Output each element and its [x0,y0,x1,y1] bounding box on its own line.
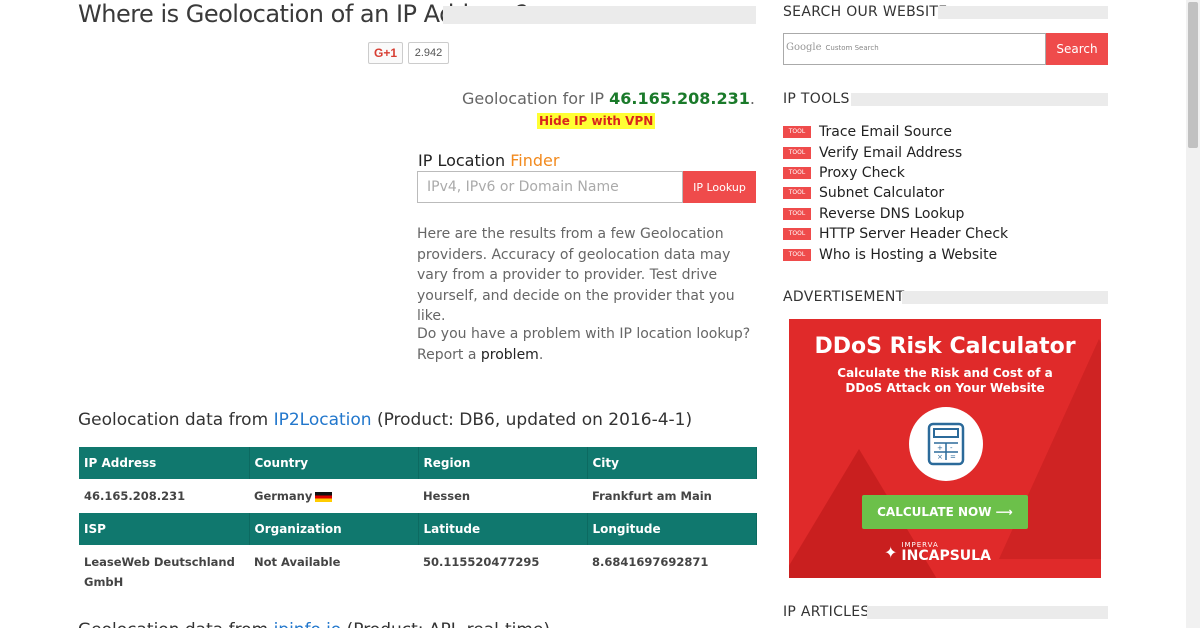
list-item[interactable]: TOOL Trace Email Source [783,122,1008,142]
advertisement-heading: ADVERTISEMENT [783,289,905,305]
title-divider [443,6,756,24]
tool-link-trace-email[interactable]: Trace Email Source [819,124,952,140]
cell-ip-address: 46.165.208.231 [84,489,186,503]
country-name: Germany [254,489,313,503]
tool-link-proxy-check[interactable]: Proxy Check [819,165,905,181]
imperva-incapsula-logo: ✦ IMPERVA INCAPSULA [884,541,991,564]
tool-link-reverse-dns[interactable]: Reverse DNS Lookup [819,206,964,222]
list-item[interactable]: TOOL Proxy Check [783,163,1008,183]
tool-badge: TOOL [783,228,811,241]
section-prefix: Geolocation data from [78,410,274,430]
table-header-row: ISP Organization Latitude Longitude [79,513,757,545]
ip-tools-divider [851,93,1108,106]
header-organization: Organization [249,513,419,545]
calculate-now-button[interactable]: CALCULATE NOW ⟶ [862,495,1028,529]
tool-link-http-header[interactable]: HTTP Server Header Check [819,226,1008,242]
custom-search-label: Custom Search [825,44,879,52]
geolocation-suffix: . [749,89,755,108]
ddos-calculator-ad[interactable]: DDoS Risk Calculator Calculate the Risk … [789,319,1101,578]
imperva-logo-icon: ✦ [884,543,898,562]
tool-link-verify-email[interactable]: Verify Email Address [819,145,962,161]
ipinfo-link[interactable]: ipinfo.io [274,620,342,628]
cell-city: Frankfurt am Main [592,489,712,503]
table-row: 46.165.208.231 Germany Hessen Frankfurt … [79,479,756,513]
finder-label-text: IP Location [418,151,511,170]
finder-label-accent: Finder [510,151,560,170]
ip-lookup-button[interactable]: IP Lookup [683,171,756,203]
google-label: Google [786,42,822,53]
svg-text:+: + [937,444,943,452]
section-suffix: (Product: API, real-time) [341,620,550,628]
cell-organization: Not Available [254,555,341,569]
search-button[interactable]: Search [1046,33,1108,65]
list-item[interactable]: TOOL Reverse DNS Lookup [783,204,1008,224]
problem-end: . [538,346,544,363]
tool-badge: TOOL [783,166,811,179]
geolocation-table: IP Address Country Region City 46.165.20… [79,447,757,599]
ip2location-section-title: Geolocation data from IP2Location (Produ… [78,410,692,430]
header-isp: ISP [79,513,250,545]
header-country: Country [249,447,419,479]
problem-report-text: Do you have a problem with IP location l… [417,324,762,365]
ip2location-link[interactable]: IP2Location [274,410,372,430]
ip-search-input[interactable] [417,171,683,203]
calculate-now-label: CALCULATE NOW [877,505,992,519]
hide-ip-vpn-link[interactable]: Hide IP with VPN [537,113,656,129]
header-latitude: Latitude [418,513,588,545]
list-item[interactable]: TOOL Who is Hosting a Website [783,244,1008,264]
problem-link[interactable]: problem [481,347,539,363]
table-row: LeaseWeb Deutschland GmbH Not Available … [79,545,756,599]
search-heading: SEARCH OUR WEBSITE [783,4,948,20]
google-plus-button[interactable]: G+1 [368,42,403,64]
header-city: City [587,447,757,479]
header-ip-address: IP Address [79,447,250,479]
google-custom-search-logo: Google Custom Search [786,42,879,53]
germany-flag-icon [315,491,333,502]
tool-badge: TOOL [783,126,811,139]
cell-longitude: 8.6841697692871 [592,555,709,569]
current-ip: 46.165.208.231 [609,89,750,108]
ad-subtitle: Calculate the Risk and Cost of a DDoS At… [837,366,1053,395]
tool-badge: TOOL [783,146,811,159]
arrow-right-icon: ⟶ [995,505,1013,519]
table-header-row: IP Address Country Region City [79,447,757,479]
svg-text:-: - [950,444,953,452]
geolocation-heading: Geolocation for IP 46.165.208.231. [462,89,755,108]
header-longitude: Longitude [587,513,757,545]
section-suffix: (Product: DB6, updated on 2016-4-1) [371,410,693,430]
cell-latitude: 50.115520477295 [423,555,540,569]
svg-text:×: × [937,453,943,461]
list-item[interactable]: TOOL HTTP Server Header Check [783,224,1008,244]
cell-region: Hessen [423,489,471,503]
share-count: 2.942 [408,42,449,64]
ip-tools-heading: IP TOOLS [783,91,850,107]
ad-title: DDoS Risk Calculator [814,334,1076,359]
tool-link-who-is-hosting[interactable]: Who is Hosting a Website [819,247,997,263]
cell-isp: LeaseWeb Deutschland GmbH [84,555,235,589]
ip-articles-heading: IP ARTICLES [783,604,870,620]
search-heading-divider [938,6,1108,19]
geolocation-prefix: Geolocation for IP [462,89,610,108]
problem-text: Do you have a problem with IP location l… [417,326,751,363]
cell-country: Germany [249,479,418,513]
svg-text:=: = [950,453,956,461]
list-item[interactable]: TOOL Subnet Calculator [783,183,1008,203]
brand-big-text: INCAPSULA [901,548,991,564]
scrollbar-thumb[interactable] [1188,2,1198,148]
header-region: Region [418,447,588,479]
ip-tools-list: TOOL Trace Email Source TOOL Verify Email … [783,122,1008,265]
tool-badge: TOOL [783,248,811,261]
providers-intro: Here are the results from a few Geolocat… [417,226,735,324]
ip-location-finder-label: IP Location Finder [418,151,559,170]
tool-badge: TOOL [783,207,811,220]
advertisement-divider [902,291,1108,304]
calculator-icon: + - × = [909,407,983,481]
tool-badge: TOOL [783,187,811,200]
section-prefix: Geolocation data from [78,620,274,628]
tool-link-subnet-calculator[interactable]: Subnet Calculator [819,185,944,201]
ip-articles-divider [867,606,1108,619]
list-item[interactable]: TOOL Verify Email Address [783,142,1008,162]
ipinfo-section-title: Geolocation data from ipinfo.io (Product… [78,620,550,628]
